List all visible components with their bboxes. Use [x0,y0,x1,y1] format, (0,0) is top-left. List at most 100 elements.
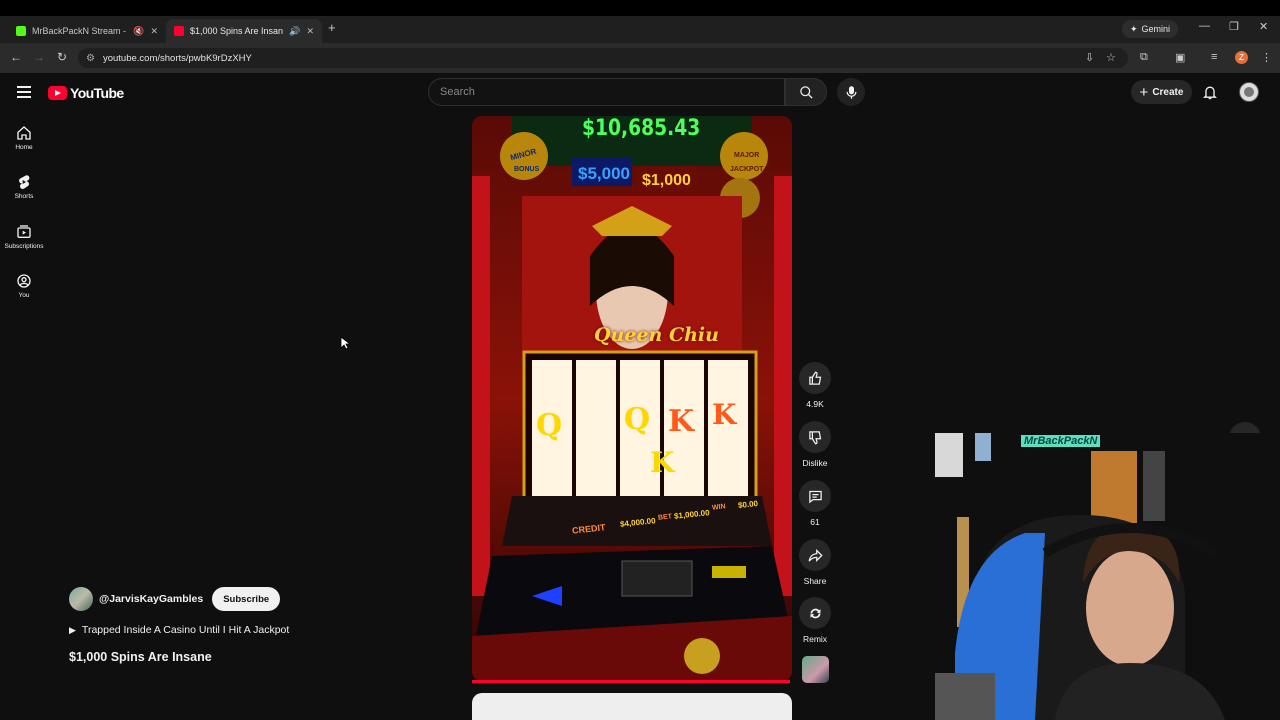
account-avatar[interactable] [1239,82,1259,102]
guide-label: You [18,292,30,299]
remix-label: Remix [802,634,828,644]
jackpot-amount: $10,685.43 [582,116,701,141]
guide-item-subscriptions[interactable]: Subscriptions [0,224,48,250]
slot-machine-frame [472,116,792,681]
close-tab-icon[interactable]: ✕ [306,26,314,37]
like-button[interactable]: 4.9K [799,362,831,409]
microphone-icon [846,85,856,99]
tab-kick-stream[interactable]: MrBackPackN Stream - Wa 🔇 ✕ [8,19,166,43]
minimize-icon[interactable]: — [1199,20,1210,32]
guide-item-you[interactable]: You [0,273,48,299]
guide-item-home[interactable]: Home [0,125,48,151]
home-icon [17,126,31,140]
thumbs-up-icon [808,371,821,385]
reel-symbol: K [650,446,675,479]
streamer-name-tag: MrBackPackN [1021,435,1101,447]
close-tab-icon[interactable]: ✕ [150,26,158,37]
comment-icon [808,490,822,503]
reload-icon[interactable]: ↻ [57,50,67,64]
create-button[interactable]: + Create [1131,80,1192,104]
close-window-icon[interactable]: ✕ [1259,20,1268,33]
search-input[interactable]: Search [428,78,785,106]
browser-menu-icon[interactable]: ⋮ [1261,51,1272,64]
tab-strip: MrBackPackN Stream - Wa 🔇 ✕ $1,000 Spins… [0,16,1280,43]
guide-menu-icon[interactable] [17,86,31,101]
reel-symbol: Q [536,408,563,443]
subscriptions-icon [17,225,31,238]
channel-avatar[interactable] [69,587,93,611]
kick-favicon-icon [16,26,26,36]
search-button[interactable] [785,78,827,106]
reel-symbol: K [668,404,695,439]
guide-label: Subscriptions [4,243,44,250]
channel-name[interactable]: @JarvisKayGambles [99,593,203,605]
bonus-label: BONUS [514,166,540,173]
create-label: Create [1152,86,1184,98]
install-app-icon[interactable]: ⇩ [1085,51,1094,64]
back-icon[interactable]: ← [10,50,22,64]
share-button[interactable]: Share [799,539,831,586]
logo-text: YouTube [70,85,124,101]
webcam-scene [935,433,1280,720]
reel-symbol: Q [624,402,651,437]
notifications-icon[interactable] [1202,84,1218,106]
dislike-label: Dislike [802,458,828,468]
channel-row: @JarvisKayGambles Subscribe [69,587,281,611]
streamer-webcam-overlay: MrBackPackN [935,433,1280,720]
media-controls-icon[interactable]: ≡ [1211,51,1217,63]
win-label: WIN [711,503,726,512]
major-label: MAJOR [734,152,760,159]
play-icon: ▶ [69,624,76,635]
tab-title: MrBackPackN Stream - Wa [32,26,127,36]
profile-avatar[interactable]: Z [1235,51,1248,64]
site-info-icon[interactable]: ⚙ [86,53,95,64]
remix-button[interactable]: Remix [799,597,831,644]
dislike-button[interactable]: Dislike [799,421,831,468]
prize-left: $5,000 [578,164,630,183]
gemini-button[interactable]: ✦ Gemini [1122,20,1179,38]
forward-icon[interactable]: → [33,50,45,64]
jackpot-label: JACKPOT [730,166,764,173]
reel-symbol: K [712,398,737,431]
youtube-logo[interactable]: YouTube [48,85,124,101]
side-panel-icon[interactable]: ▣ [1175,51,1185,64]
tab-title: $1,000 Spins Are Insane - Y [190,26,284,36]
search-icon [799,85,813,99]
share-label: Share [803,576,827,586]
playlist-title: Trapped Inside A Casino Until I Hit A Ja… [81,624,290,636]
guide-label: Shorts [14,193,34,200]
share-icon [808,548,823,562]
shorts-video-player[interactable]: $10,685.43 MINOR BONUS MAJOR JACKPOT $5,… [472,116,792,681]
voice-search-button[interactable] [837,78,865,106]
comments-button[interactable]: 61 [799,480,831,527]
guide-item-shorts[interactable]: Shorts [0,174,48,200]
plus-icon: + [1139,83,1149,101]
next-short-preview[interactable] [472,693,792,720]
youtube-play-icon [48,86,67,100]
speaker-icon[interactable]: 🔊 [289,26,300,37]
guide-label: Home [15,144,33,151]
like-count: 4.9K [806,399,824,409]
shorts-icon [19,175,30,190]
video-title: $1,000 Spins Are Insane [69,650,212,664]
muted-speaker-icon[interactable]: 🔇 [133,26,144,37]
subscribe-button[interactable]: Subscribe [212,587,281,611]
game-name: Queen Chiu [594,324,719,346]
bookmark-star-icon[interactable]: ☆ [1106,51,1116,64]
thumbs-down-icon [808,430,821,444]
playback-progress-bar[interactable] [472,680,790,683]
screen-top-bar [0,0,1280,16]
tab-youtube-short[interactable]: $1,000 Spins Are Insane - Y 🔊 ✕ [166,19,322,43]
gemini-label: Gemini [1141,24,1171,34]
comment-count: 61 [810,517,820,527]
url-text: youtube.com/shorts/pwbK9rDzXHY [102,52,252,64]
playlist-link[interactable]: ▶ Trapped Inside A Casino Until I Hit A … [69,624,289,636]
extensions-icon[interactable]: ⧉ [1140,51,1148,64]
you-icon [17,274,31,288]
address-bar[interactable]: ⚙ youtube.com/shorts/pwbK9rDzXHY [78,48,1128,68]
prize-right: $1,000 [642,172,691,189]
youtube-favicon-icon [174,26,184,36]
audio-source-thumbnail[interactable] [802,656,829,683]
new-tab-icon[interactable]: + [328,20,336,35]
restore-icon[interactable]: ❐ [1229,20,1239,33]
